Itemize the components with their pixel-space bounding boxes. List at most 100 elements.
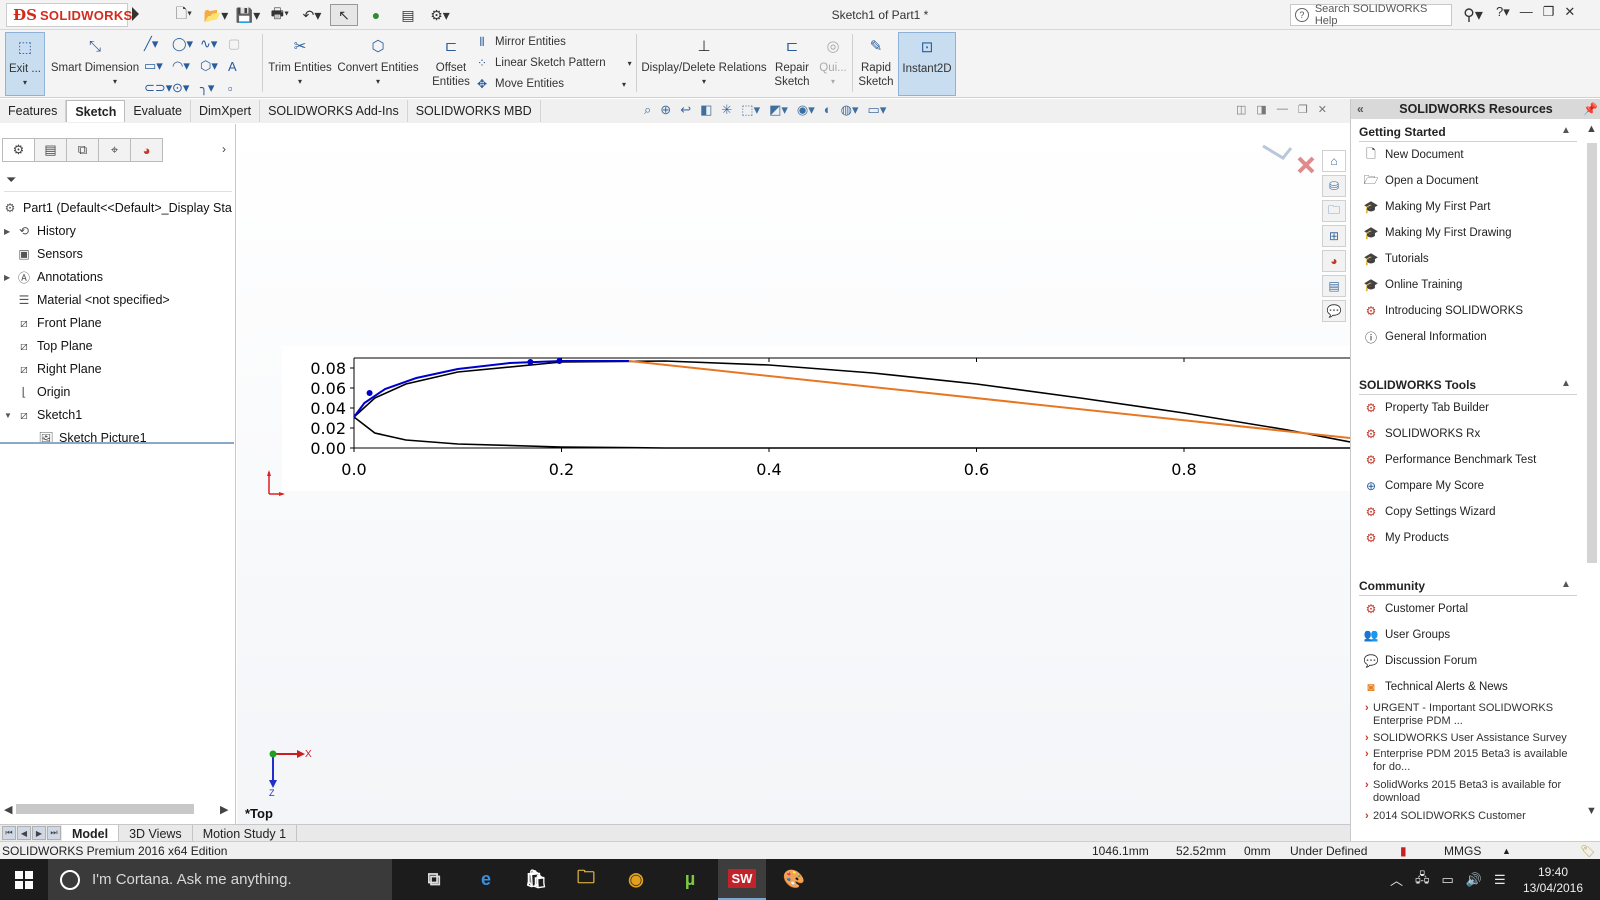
expand-tabs-chevron-icon[interactable]: › — [222, 142, 226, 156]
linear-pattern-dropdown-icon[interactable]: ▾ — [628, 59, 632, 68]
display-style-icon[interactable]: ◩▾ — [769, 102, 788, 118]
mirror-entities-button[interactable]: ⫴ Mirror Entities — [474, 32, 565, 52]
tree-item-top-plane[interactable]: ⧄ Top Plane — [4, 336, 92, 356]
close-icon[interactable]: ✕ — [1564, 4, 1575, 20]
prev-tab-icon[interactable]: ◀ — [17, 826, 31, 840]
hide-show-items-icon[interactable]: ◉▾ — [797, 102, 815, 118]
convert-dropdown-icon[interactable]: ▾ — [376, 75, 380, 89]
open-document-link[interactable]: 🗁 Open a Document — [1363, 172, 1479, 190]
ellipse-tool-icon[interactable]: ⊙▾ — [172, 78, 200, 98]
display-delete-relations-button[interactable]: ⊥ Display/Delete Relations ▾ — [640, 32, 768, 96]
options-gear-icon[interactable]: ⚙▾ — [426, 4, 454, 26]
tab-sketch[interactable]: Sketch — [66, 100, 126, 122]
undo-icon[interactable]: ↶▾ — [298, 4, 326, 26]
smart-dimension-button[interactable]: ⤡ Smart Dimension ▾ — [49, 32, 141, 96]
expand-arrow-icon[interactable]: ▶ — [4, 273, 16, 282]
tab-3d-views[interactable]: 3D Views — [119, 825, 193, 842]
tab-evaluate[interactable]: Evaluate — [125, 100, 191, 122]
rapid-sketch-button[interactable]: ✎ Rapid Sketch — [856, 32, 896, 96]
pin-icon[interactable]: 📌 — [1583, 102, 1598, 116]
quick-snaps-button[interactable]: ◎ Qui... ▾ — [816, 32, 850, 96]
help-search-input[interactable]: ? Search SOLIDWORKS Help — [1290, 3, 1452, 27]
edge-browser-icon[interactable]: e — [462, 859, 510, 900]
collapse-caret-icon[interactable]: ▲ — [1561, 125, 1571, 136]
tree-item-sketch-picture[interactable]: 🖼 Sketch Picture1 — [38, 428, 146, 448]
tree-item-sketch1[interactable]: ▼ ⧄ Sketch1 — [4, 405, 82, 425]
customer-portal-link[interactable]: ⚙ Customer Portal — [1363, 600, 1468, 618]
benchmark-link[interactable]: ⚙ Performance Benchmark Test — [1363, 451, 1537, 469]
exit-sketch-button[interactable]: ⬚ Exit ... ▾ — [5, 32, 45, 96]
new-document-icon[interactable]: 🗋▾ — [170, 4, 198, 26]
spline-tool-icon[interactable]: ∿▾ — [200, 34, 228, 54]
doc-close-icon[interactable]: ✕ — [1318, 103, 1327, 116]
discussion-forum-link[interactable]: 💬 Discussion Forum — [1363, 652, 1478, 670]
fillet-tool-icon[interactable]: ╮▾ — [200, 78, 228, 98]
appearances-icon[interactable]: ◕ — [1322, 250, 1346, 272]
news-item[interactable]: URGENT - Important SOLIDWORKS Enterprise… — [1365, 702, 1573, 728]
scroll-up-icon[interactable]: ▲ — [1586, 123, 1597, 135]
menu-expand-arrow-icon[interactable] — [132, 7, 139, 21]
move-dropdown-icon[interactable]: ▾ — [622, 80, 626, 89]
solidworks-taskbar-icon[interactable]: SW — [718, 859, 766, 900]
tree-item-front-plane[interactable]: ⧄ Front Plane — [4, 313, 101, 333]
last-tab-icon[interactable]: ⏭ — [47, 826, 61, 840]
units-dropdown-icon[interactable]: ▲ — [1502, 846, 1511, 856]
first-drawing-link[interactable]: 🎓 Making My First Drawing — [1363, 224, 1512, 242]
scroll-thumb[interactable] — [1587, 143, 1597, 563]
quick-snaps-dropdown-icon[interactable]: ▾ — [831, 75, 835, 89]
point-tool-icon[interactable]: ▫ — [228, 78, 256, 98]
my-products-link[interactable]: ⚙ My Products — [1363, 529, 1449, 547]
utorrent-icon[interactable]: µ — [666, 859, 714, 900]
text-tool-icon[interactable]: A — [228, 56, 256, 76]
feature-tree-scrollbar[interactable]: ◀ ▶ — [2, 802, 230, 816]
battery-icon[interactable]: ▭ — [1442, 872, 1454, 888]
doc-restore-icon[interactable]: ❐ — [1298, 103, 1308, 116]
view-palette-icon[interactable]: ⊞ — [1322, 225, 1346, 247]
line-tool-icon[interactable]: ╱▾ — [144, 34, 172, 54]
network-icon[interactable]: 🖧 — [1415, 869, 1430, 891]
tree-filter-icon[interactable]: ⏷ — [4, 172, 232, 192]
tech-alerts-link[interactable]: ◙ Technical Alerts & News — [1363, 678, 1507, 696]
paint-icon[interactable]: 🎨 — [770, 859, 818, 900]
doc-tile-icon[interactable]: ◫ — [1236, 103, 1246, 116]
user-groups-link[interactable]: 👥 User Groups — [1363, 626, 1451, 644]
new-document-link[interactable]: 🗋 New Document — [1363, 146, 1463, 164]
configuration-manager-tab-icon[interactable]: ⧉ — [66, 138, 99, 162]
next-tab-icon[interactable]: ▶ — [32, 826, 46, 840]
news-item[interactable]: SOLIDWORKS User Assistance Survey — [1365, 732, 1573, 745]
move-entities-button[interactable]: ✥ Move Entities ▾ — [474, 74, 626, 94]
spline-handle-point-1[interactable] — [527, 359, 534, 365]
graphics-area[interactable]: 0.0 0.2 0.4 0.6 0.8 0.00 0.02 0.04 0.06 0.08 X Z … — [237, 124, 1350, 824]
action-center-icon[interactable]: ☰ — [1494, 872, 1506, 888]
tree-root-part[interactable]: ⚙ Part1 (Default<<Default>_Display Sta — [2, 198, 232, 218]
open-folder-icon[interactable]: 📂▾ — [202, 4, 230, 26]
view-orientation-icon[interactable]: ⬚▾ — [741, 102, 760, 118]
solidworks-rx-link[interactable]: ⚙ SOLIDWORKS Rx — [1363, 425, 1481, 443]
home-icon[interactable]: ⌂ — [1322, 150, 1346, 172]
collapse-pane-icon[interactable]: « — [1357, 102, 1364, 116]
section-getting-started[interactable]: Getting Started ▲ — [1359, 125, 1577, 139]
doc-split-icon[interactable]: ◨ — [1256, 103, 1266, 116]
custom-properties-icon[interactable]: ▤ — [1322, 275, 1346, 297]
rollback-bar[interactable] — [0, 442, 234, 444]
collapse-caret-icon[interactable]: ▲ — [1561, 579, 1571, 590]
zoom-to-fit-icon[interactable]: ⌕ — [644, 102, 651, 118]
section-community[interactable]: Community ▲ — [1359, 579, 1577, 593]
tab-mbd[interactable]: SOLIDWORKS MBD — [408, 100, 541, 122]
tab-model[interactable]: Model — [62, 825, 120, 842]
edit-appearance-icon[interactable]: ◐ — [824, 102, 832, 118]
general-info-link[interactable]: ⓘ General Information — [1363, 328, 1487, 346]
offset-entities-button[interactable]: ⊏ Offset Entities — [428, 32, 474, 96]
tree-item-origin[interactable]: ⌊ Origin — [4, 382, 71, 402]
resources-scrollbar[interactable]: ▲ ▼ — [1585, 123, 1599, 823]
search-magnifier-icon[interactable]: ⚲▾ — [1456, 4, 1490, 26]
rebuild-traffic-light-icon[interactable]: ● — [362, 4, 390, 26]
file-explorer-icon[interactable]: 🗀 — [1322, 200, 1346, 222]
tab-addins[interactable]: SOLIDWORKS Add-Ins — [260, 100, 408, 122]
doc-minimize-icon[interactable]: — — [1277, 103, 1288, 116]
minimize-icon[interactable]: — — [1520, 4, 1533, 20]
feature-tree-tab-icon[interactable]: ⚙ — [2, 138, 35, 162]
tab-dimxpert[interactable]: DimXpert — [191, 100, 261, 122]
tag-icon[interactable]: 🏷 — [1580, 844, 1595, 858]
property-manager-tab-icon[interactable]: ▤ — [34, 138, 67, 162]
